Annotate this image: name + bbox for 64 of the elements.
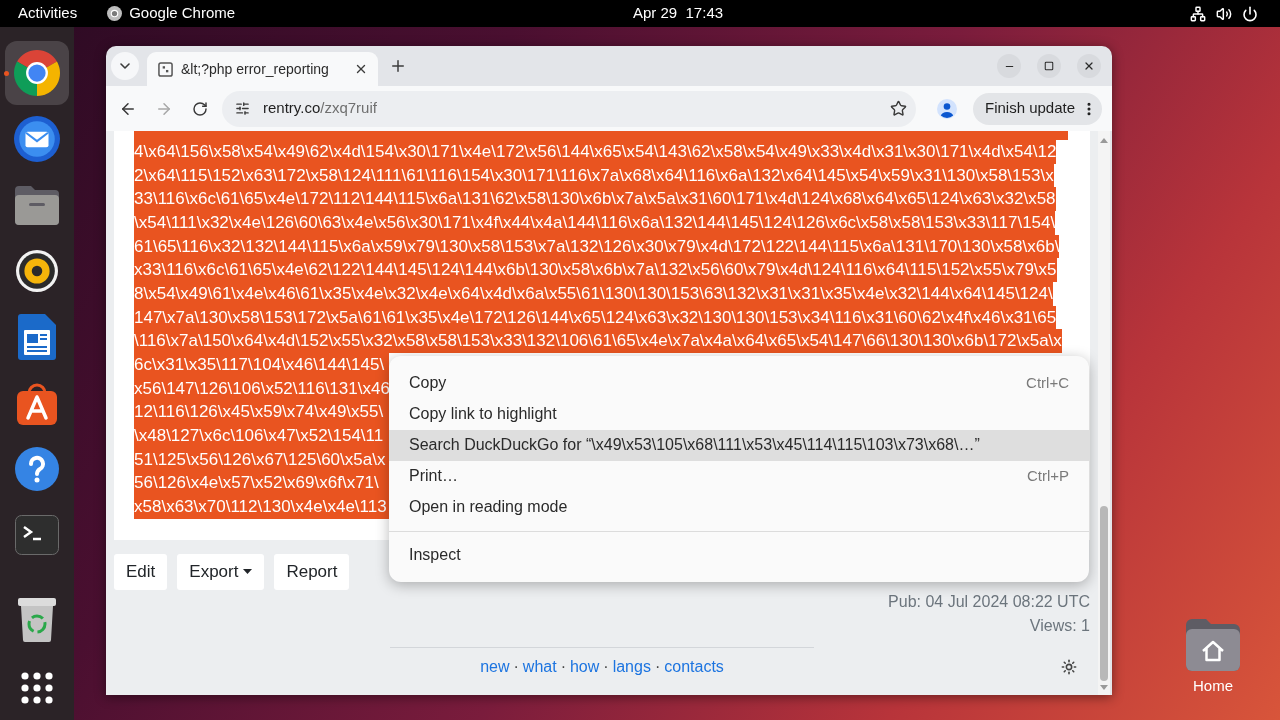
page-icon bbox=[158, 61, 173, 77]
reload-icon bbox=[192, 100, 208, 117]
scroll-up-icon[interactable] bbox=[1100, 138, 1108, 143]
maximize-button[interactable] bbox=[1037, 54, 1061, 78]
view-count: Views: 1 bbox=[1029, 615, 1090, 636]
browser-tab[interactable]: &lt;?php error_reporting bbox=[147, 52, 378, 86]
desktop-icon-label: Home bbox=[1193, 677, 1233, 695]
maximize-icon bbox=[1044, 61, 1054, 71]
terminal-icon bbox=[15, 515, 59, 555]
footer-link[interactable]: contacts bbox=[664, 654, 724, 679]
scroll-down-icon[interactable] bbox=[1100, 685, 1108, 690]
bookmark-button[interactable] bbox=[888, 98, 908, 119]
sun-icon[interactable] bbox=[1061, 658, 1077, 675]
network-icon[interactable] bbox=[1190, 5, 1206, 22]
dock-item[interactable] bbox=[5, 41, 69, 105]
caret-icon bbox=[243, 569, 253, 574]
home-folder-icon[interactable] bbox=[1186, 617, 1240, 671]
published-date: Pub: 04 Jul 2024 08:22 UTC bbox=[888, 591, 1090, 612]
footer-link[interactable]: what bbox=[522, 654, 557, 679]
address-bar[interactable]: rentry.co/zxq7ruif bbox=[222, 90, 916, 127]
close-window-button[interactable] bbox=[1077, 54, 1101, 78]
profile-icon bbox=[937, 98, 957, 119]
browser-icon bbox=[14, 50, 60, 96]
keyboard-shortcut: Ctrl+P bbox=[1026, 465, 1069, 486]
shopping-bag-icon bbox=[15, 381, 59, 425]
trash-icon bbox=[18, 598, 56, 642]
volume-icon[interactable] bbox=[1216, 5, 1232, 22]
clock[interactable]: Apr 29 17:43 bbox=[633, 2, 724, 25]
menu-item[interactable]: Search DuckDuckGo for “\x49\x53\105\x68\111\x53\x45\114\115\103\x73\x68\…” bbox=[389, 429, 1089, 461]
plus-icon bbox=[389, 57, 407, 75]
link-separator: · bbox=[603, 656, 609, 677]
star-icon bbox=[889, 100, 907, 117]
folder-icon bbox=[15, 185, 59, 225]
finish-update-button[interactable]: Finish update bbox=[973, 92, 1102, 125]
footer-link[interactable]: how bbox=[569, 654, 600, 679]
page-button[interactable]: Report bbox=[274, 553, 350, 590]
mail-icon bbox=[14, 116, 60, 162]
app-grid-icon bbox=[21, 672, 53, 704]
menu-item[interactable]: Copy Ctrl+C bbox=[389, 367, 1089, 399]
dropdown-button[interactable]: Export bbox=[177, 553, 265, 590]
menu-item[interactable]: Inspect bbox=[389, 539, 1089, 571]
power-icon[interactable] bbox=[1242, 5, 1258, 22]
speaker-icon bbox=[16, 250, 58, 292]
close-icon bbox=[1083, 60, 1095, 72]
sliders-icon bbox=[234, 101, 250, 116]
document-icon bbox=[18, 314, 56, 360]
close-icon bbox=[354, 62, 368, 76]
menu-item[interactable]: Open in reading mode bbox=[389, 491, 1089, 523]
footer-link[interactable]: langs bbox=[612, 654, 651, 679]
link-separator: · bbox=[560, 656, 566, 677]
keyboard-shortcut: Ctrl+C bbox=[1026, 372, 1069, 393]
app-name[interactable]: Google Chrome bbox=[129, 2, 236, 25]
menu-item[interactable]: Copy link to highlight bbox=[389, 398, 1089, 430]
link-separator: · bbox=[513, 656, 519, 677]
menu-item[interactable]: Print… Ctrl+P bbox=[389, 460, 1089, 492]
tab-search-button[interactable] bbox=[111, 52, 139, 80]
help-icon bbox=[15, 447, 59, 491]
page-button[interactable]: Edit bbox=[114, 553, 168, 590]
footer-link[interactable]: new bbox=[480, 654, 510, 679]
link-separator: · bbox=[654, 656, 661, 677]
url-text: rentry.co/zxq7ruif bbox=[263, 98, 377, 119]
activities-button[interactable]: Activities bbox=[18, 2, 78, 25]
scrollbar-thumb[interactable] bbox=[1100, 506, 1108, 681]
browser-icon bbox=[107, 6, 123, 21]
